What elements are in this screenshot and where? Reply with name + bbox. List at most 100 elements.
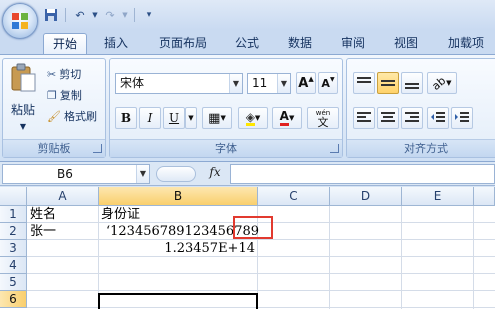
orientation-button[interactable]: ab ▼ [427, 72, 457, 94]
row-header-3[interactable]: 3 [0, 240, 27, 257]
redo-icon[interactable]: ↷ [101, 6, 119, 24]
increase-indent-button[interactable] [451, 107, 473, 129]
down-arrow-icon: ▼ [329, 75, 335, 83]
gridline [27, 239, 495, 240]
column-header-a[interactable]: A [27, 187, 99, 206]
row-header-1[interactable]: 1 [0, 206, 27, 223]
office-button[interactable] [2, 3, 38, 39]
scissors-icon: ✂ [47, 67, 57, 81]
tab-data[interactable]: 数据 [279, 33, 321, 54]
align-left-icon [357, 112, 371, 122]
tab-page-layout[interactable]: 页面布局 [150, 33, 216, 54]
format-painter-button[interactable]: 🖌 格式刷 [47, 107, 97, 125]
align-middle-icon [381, 80, 395, 86]
alignment-group: ab ▼ 对齐方式 [346, 58, 495, 158]
align-bottom-button[interactable] [401, 72, 423, 94]
cell-b1[interactable]: 身份证 [101, 206, 140, 223]
shrink-font-icon: A [321, 76, 330, 90]
active-cell-b6[interactable] [98, 293, 258, 309]
phonetic-char: 文 [317, 116, 329, 129]
column-header-b[interactable]: B [99, 187, 258, 206]
column-header-d[interactable]: D [330, 187, 402, 206]
save-icon[interactable] [42, 6, 60, 24]
decrease-indent-button[interactable] [427, 107, 449, 129]
highlight-annotation [233, 216, 273, 239]
tab-review[interactable]: 审阅 [332, 33, 374, 54]
chevron-down-icon: ▼ [220, 114, 226, 122]
font-color-button[interactable]: A ▼ [272, 107, 302, 129]
clipboard-launcher-icon[interactable] [93, 144, 102, 153]
clipboard-group: 粘贴 ▼ ✂ 剪切 ❐ 复制 🖌 格式刷 剪贴板 [2, 58, 106, 158]
align-top-icon [357, 77, 371, 83]
underline-button[interactable]: U [163, 107, 185, 129]
column-header-e[interactable]: E [402, 187, 474, 206]
paste-dropdown-icon[interactable]: ▼ [5, 122, 41, 131]
row-header-5[interactable]: 5 [0, 274, 27, 291]
column-header-f[interactable] [474, 187, 495, 206]
tab-formulas[interactable]: 公式 [226, 33, 268, 54]
row-header-2[interactable]: 2 [0, 223, 27, 240]
column-header-c[interactable]: C [258, 187, 330, 206]
font-size-dropdown[interactable]: 11 ▼ [247, 73, 291, 94]
paste-button[interactable]: 粘贴 ▼ [5, 63, 41, 133]
chevron-down-icon: ▼ [288, 114, 295, 122]
cell-b3[interactable]: 1.23457E+14 [99, 240, 255, 257]
insert-function-button[interactable]: fx [203, 165, 227, 181]
row-header-4[interactable]: 4 [0, 257, 27, 274]
cut-label: 剪切 [59, 68, 82, 81]
cell-a1[interactable]: 姓名 [30, 206, 56, 223]
quick-access-toolbar: ↶ ▼ ↷ ▼ ▾ [42, 6, 158, 24]
chevron-down-icon: ▼ [136, 165, 149, 183]
align-bottom-icon [405, 83, 419, 89]
qat-separator [134, 8, 135, 22]
formula-input[interactable] [230, 164, 495, 184]
increase-indent-icon [455, 112, 469, 122]
customize-icon[interactable]: ▾ [140, 6, 158, 24]
undo-icon[interactable]: ↶ [71, 6, 89, 24]
chevron-down-icon: ▼ [254, 114, 261, 122]
phonetic-button[interactable]: wén 文 [307, 107, 339, 129]
undo-dropdown-icon[interactable]: ▼ [91, 6, 99, 24]
borders-icon: ▦ [208, 110, 221, 126]
fill-color-button[interactable]: ◈ ▼ [238, 107, 268, 129]
ribbon-tabs: 开始 插入 页面布局 公式 数据 审阅 视图 加载项 [0, 30, 495, 54]
gridline [27, 273, 495, 274]
cut-button[interactable]: ✂ 剪切 [47, 65, 81, 83]
redo-dropdown-icon[interactable]: ▼ [121, 6, 129, 24]
row-header-6[interactable]: 6 [0, 291, 27, 308]
tab-view[interactable]: 视图 [385, 33, 427, 54]
select-all-corner[interactable] [0, 187, 27, 206]
formula-bar: B6 ▼ fx [0, 162, 495, 186]
tab-home[interactable]: 开始 [43, 33, 87, 54]
copy-button[interactable]: ❐ 复制 [47, 86, 82, 104]
align-left-button[interactable] [353, 107, 375, 129]
bold-button[interactable]: B [115, 107, 137, 129]
gridline [27, 256, 495, 257]
font-name-dropdown[interactable]: 宋体 ▼ [115, 73, 243, 94]
chevron-down-icon: ▼ [277, 74, 290, 93]
grow-font-button[interactable]: A ▲ [296, 72, 316, 94]
shrink-font-button[interactable]: A ▼ [318, 72, 338, 94]
tab-addins[interactable]: 加载项 [439, 33, 493, 54]
name-box-value: B6 [57, 167, 73, 181]
font-group: 宋体 ▼ 11 ▼ A ▲ A ▼ B I U ▼ ▦ ▼ ◈ ▼ A ▼ wén 文 字… [109, 58, 343, 158]
grow-font-icon: A [298, 75, 309, 91]
align-right-button[interactable] [401, 107, 423, 129]
text-orientation-icon: ab [429, 73, 449, 93]
formula-bar-resize-handle[interactable] [156, 166, 196, 182]
underline-dropdown-icon[interactable]: ▼ [185, 107, 197, 129]
align-center-button[interactable] [377, 107, 399, 129]
italic-button[interactable]: I [139, 107, 161, 129]
copy-label: 复制 [59, 89, 82, 102]
cell-a2[interactable]: 张一 [30, 223, 56, 240]
borders-button[interactable]: ▦ ▼ [202, 107, 232, 129]
align-middle-button[interactable] [377, 72, 399, 94]
up-arrow-icon: ▲ [308, 75, 314, 83]
tab-insert[interactable]: 插入 [97, 33, 135, 54]
align-top-button[interactable] [353, 72, 375, 94]
worksheet-grid[interactable]: A B C D E 1 2 3 4 5 6 姓名 身份证 张一 ‘1234567… [0, 187, 495, 309]
font-launcher-icon[interactable] [330, 144, 339, 153]
font-group-label: 字体 [110, 139, 342, 157]
name-box[interactable]: B6 ▼ [2, 164, 150, 184]
qat-separator [65, 8, 66, 22]
